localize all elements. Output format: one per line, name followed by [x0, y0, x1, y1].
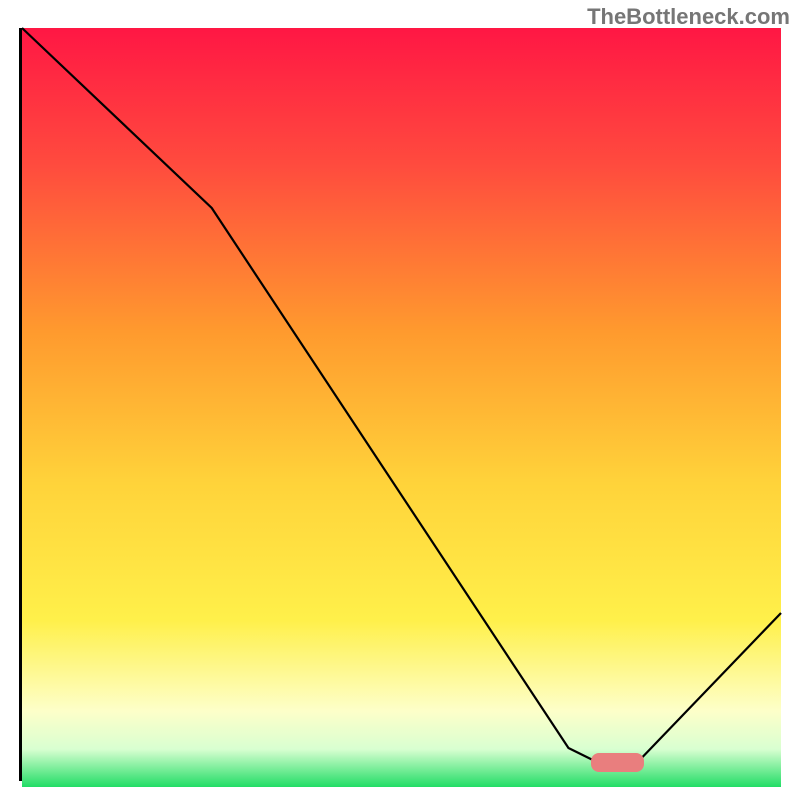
bottleneck-curve	[22, 28, 781, 778]
chart-plot-area	[19, 28, 781, 781]
watermark-text: TheBottleneck.com	[587, 4, 790, 30]
optimal-range-marker	[591, 753, 644, 772]
